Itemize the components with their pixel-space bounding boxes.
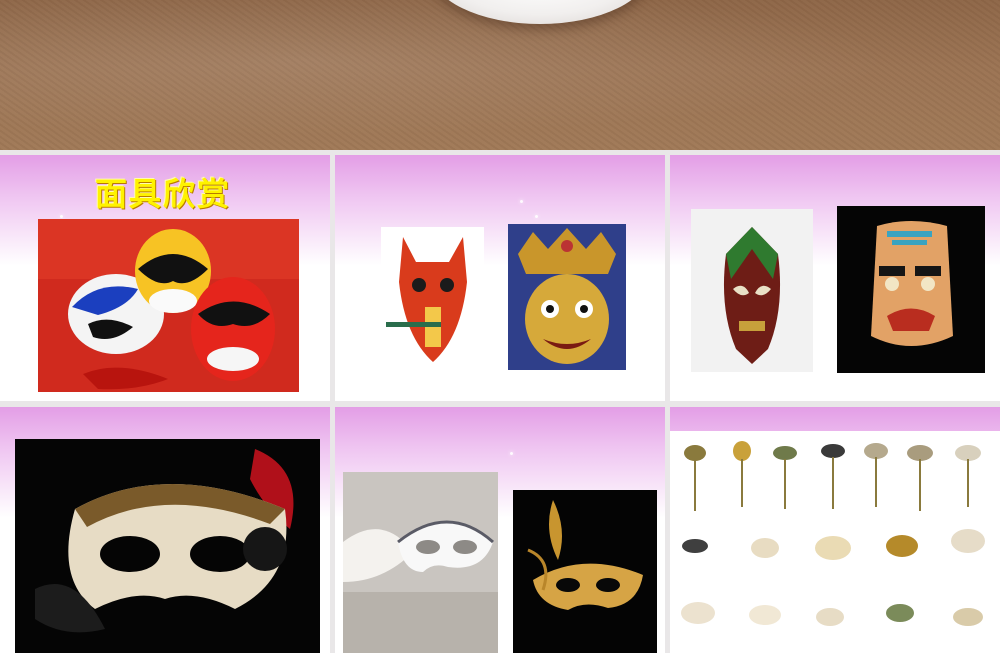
peking-opera-masks-photo (38, 219, 299, 392)
african-wooden-mask-photo (691, 209, 813, 372)
slide-thumbnail-1[interactable]: 面具欣赏 (0, 155, 330, 401)
masquerade-mask-collection-grid (670, 431, 1000, 653)
totem-face-mask-photo (837, 206, 985, 373)
sparkle-decoration (510, 452, 513, 455)
slide-thumbnail-3[interactable] (670, 155, 1000, 401)
white-feather-masquerade-mask-photo (343, 472, 498, 653)
venetian-lace-masquerade-mask-photo (15, 439, 320, 653)
gold-filigree-mask-photo (513, 490, 657, 653)
golden-crowned-demon-mask-photo (508, 224, 626, 370)
slide-thumbnail-5[interactable] (335, 407, 665, 653)
header-photo-wood-table (0, 0, 1000, 150)
red-fox-mask-photo (381, 227, 484, 367)
sparkle-decoration (60, 215, 63, 218)
slide-thumbnail-4[interactable] (0, 407, 330, 653)
white-bowl-image (430, 0, 650, 24)
sparkle-decoration (520, 200, 523, 203)
slide-title: 面具欣赏 (95, 175, 232, 213)
slide-thumbnail-6[interactable] (670, 407, 1000, 653)
sparkle-decoration (535, 215, 538, 218)
slide-thumbnail-2[interactable] (335, 155, 665, 401)
